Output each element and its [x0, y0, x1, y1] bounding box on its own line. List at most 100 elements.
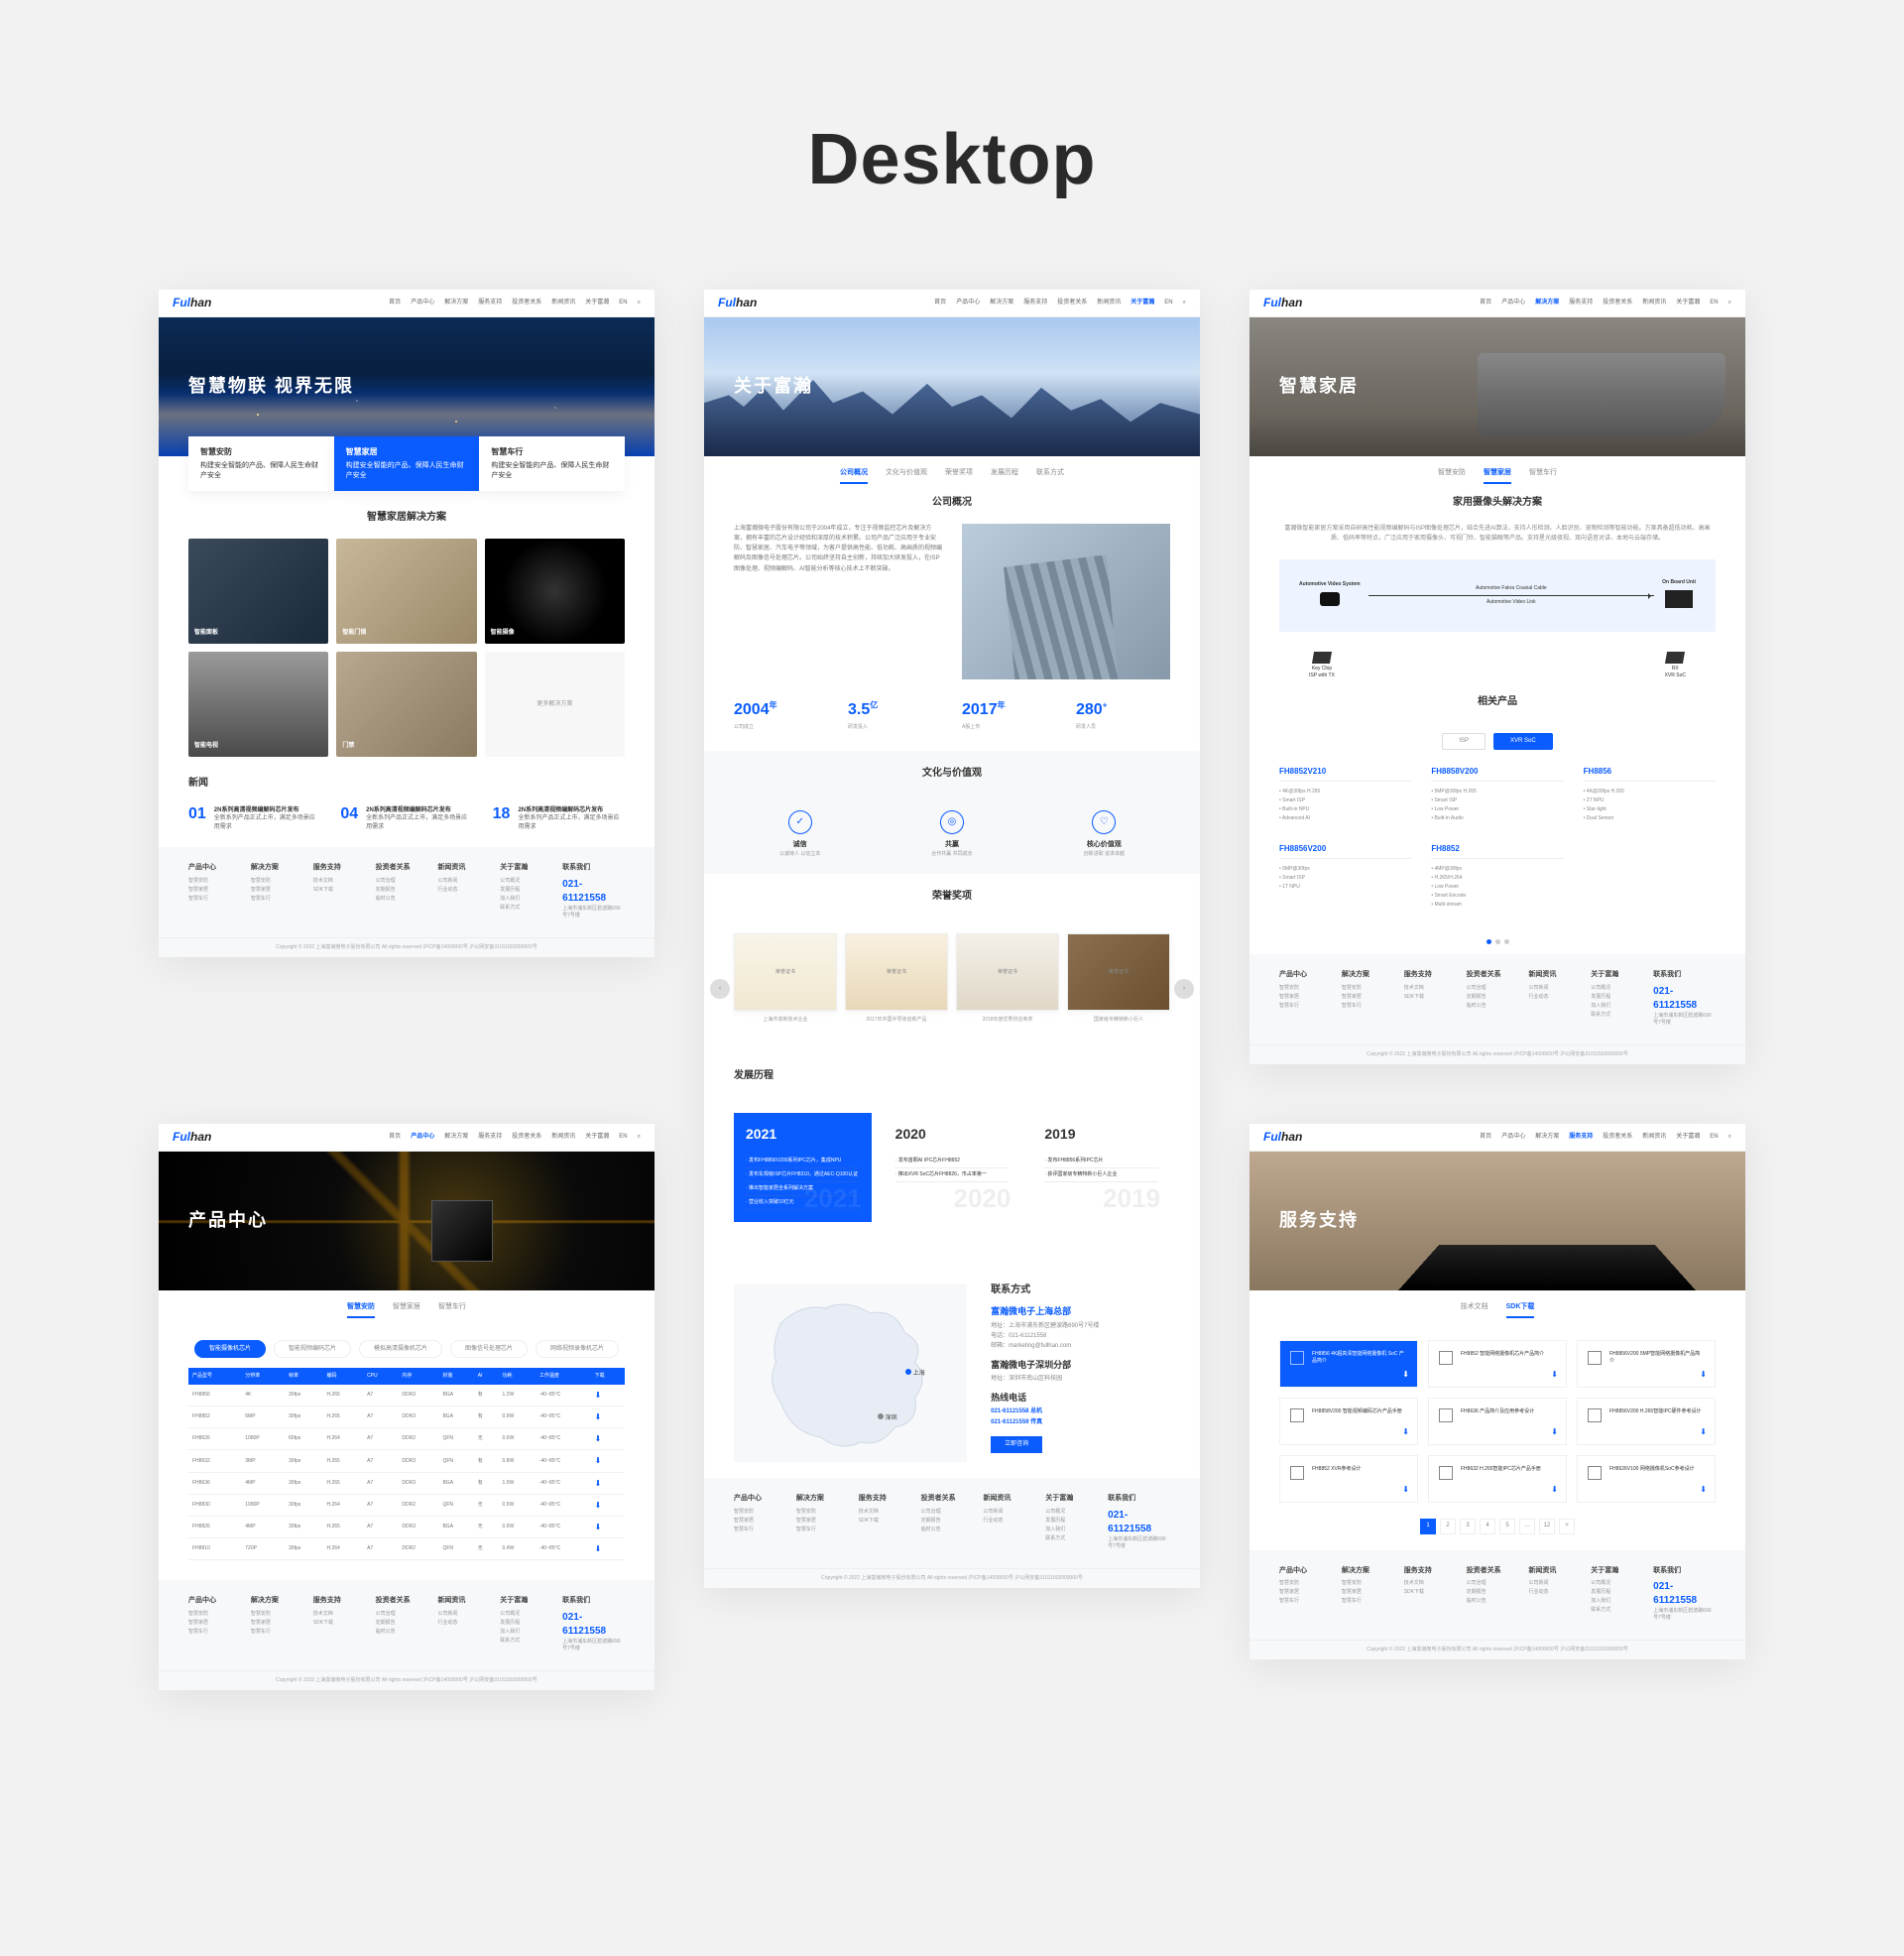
table-row[interactable]: FH88525MP30fpsH.265A7DDR3BGA有0.9W-40~85°…	[188, 1406, 625, 1428]
footer-link[interactable]: 智慧安防	[188, 878, 251, 885]
footer-link[interactable]: 智慧车行	[188, 896, 251, 903]
footer-link[interactable]: 加入我们	[1591, 1598, 1653, 1605]
download-card[interactable]: FH8856V200 5MP智能网络摄像机产品简介⬇	[1577, 1340, 1716, 1388]
footer-link[interactable]: 加入我们	[500, 1629, 562, 1636]
download-icon[interactable]: ⬇	[595, 1501, 602, 1510]
footer-link[interactable]: 公司概况	[500, 878, 562, 885]
download-icon[interactable]: ⬇	[1551, 1484, 1558, 1495]
footer-link[interactable]: 公司新闻	[983, 1509, 1045, 1516]
footer-link[interactable]: 加入我们	[1591, 1003, 1653, 1010]
footer-link[interactable]: 智慧车行	[251, 1629, 313, 1636]
footer-link[interactable]: 联系方式	[1591, 1012, 1653, 1019]
product-card[interactable]: FH88524MP@30fpsH.265/H.264Low PowerSmart…	[1431, 843, 1563, 910]
page-number[interactable]: >	[1559, 1519, 1575, 1534]
page-number[interactable]: 1	[1420, 1519, 1436, 1534]
product-card[interactable]: FH88564K@30fps H.2652T NPUStar-lightDual…	[1584, 766, 1716, 823]
page-number[interactable]: 4	[1480, 1519, 1495, 1534]
download-icon[interactable]: ⬇	[1551, 1426, 1558, 1437]
page-number[interactable]: 3	[1460, 1519, 1476, 1534]
footer-link[interactable]: 智慧车行	[1342, 1598, 1404, 1605]
download-icon[interactable]: ⬇	[595, 1412, 602, 1421]
certificate[interactable]: 荣誉证书	[734, 933, 837, 1011]
footer-link[interactable]: SDK下载	[313, 1620, 376, 1627]
footer-link[interactable]: 技术文档	[859, 1509, 921, 1516]
footer-link[interactable]: 智慧家居	[251, 887, 313, 894]
download-icon[interactable]: ⬇	[1700, 1426, 1707, 1437]
download-card[interactable]: FH8856 4K超高清智能网络摄像机 SoC 产品简介⬇	[1279, 1340, 1418, 1388]
footer-link[interactable]: SDK下载	[859, 1518, 921, 1525]
download-icon[interactable]: ⬇	[1402, 1369, 1409, 1380]
table-row[interactable]: FH86323MP30fpsH.265A7DDR3QFN有0.8W-40~85°…	[188, 1450, 625, 1472]
carousel-next[interactable]: ›	[1174, 979, 1194, 999]
footer-link[interactable]: 智慧家居	[796, 1518, 859, 1525]
footer-link[interactable]: 加入我们	[1045, 1527, 1108, 1533]
footer-link[interactable]: 联系方式	[500, 905, 562, 912]
footer-link[interactable]: 智慧安防	[188, 1611, 251, 1618]
footer-link[interactable]: 行业动态	[1528, 1589, 1591, 1596]
footer-link[interactable]: 公司概况	[1045, 1509, 1108, 1516]
download-card[interactable]: FH8636 产品简介及应用参考设计⬇	[1428, 1398, 1567, 1445]
footer-phone[interactable]: 021-61121558	[1653, 1580, 1716, 1608]
footer-link[interactable]: 智慧家居	[1342, 1589, 1404, 1596]
thumb-access[interactable]: 门禁	[336, 652, 476, 757]
footer-link[interactable]: 智慧车行	[1279, 1003, 1342, 1010]
footer-link[interactable]: SDK下载	[1404, 994, 1467, 1001]
footer-link[interactable]: 智慧安防	[796, 1509, 859, 1516]
footer-link[interactable]: 智慧安防	[1342, 985, 1404, 992]
table-row[interactable]: FH8810720P30fpsH.264A7DDR2QFN无0.4W-40~85…	[188, 1538, 625, 1560]
logo[interactable]: Fulhan	[1263, 295, 1302, 311]
footer-link[interactable]: 联系方式	[500, 1638, 562, 1645]
footer-link[interactable]: 临时公告	[1467, 1598, 1529, 1605]
page-number[interactable]: …	[1519, 1519, 1535, 1534]
certificate[interactable]: 荣誉证书	[845, 933, 948, 1011]
contact-button[interactable]: 立即咨询	[991, 1436, 1042, 1452]
footer-link[interactable]: 公司治理	[921, 1509, 984, 1516]
download-icon[interactable]: ⬇	[1402, 1484, 1409, 1495]
thumb-tv[interactable]: 智能电视	[188, 652, 328, 757]
footer-link[interactable]: 公司新闻	[1528, 985, 1591, 992]
thumb-panel[interactable]: 智能面板	[188, 539, 328, 644]
table-row[interactable]: FH88564K30fpsH.265A7DDR3BGA有1.2W-40~85°C…	[188, 1385, 625, 1406]
product-card[interactable]: FH8858V2005MP@30fps H.265Smart ISPLow Po…	[1431, 766, 1563, 823]
certificate[interactable]: 荣誉证书	[1067, 933, 1170, 1011]
footer-link[interactable]: 技术文档	[1404, 985, 1467, 992]
footer-link[interactable]: 智慧安防	[1279, 1580, 1342, 1587]
footer-link[interactable]: 加入我们	[500, 896, 562, 903]
footer-link[interactable]: SDK下载	[313, 887, 376, 894]
footer-link[interactable]: 公司新闻	[437, 878, 500, 885]
footer-link[interactable]: 发展历程	[1591, 994, 1653, 1001]
footer-phone[interactable]: 021-61121558	[1108, 1509, 1170, 1536]
download-icon[interactable]: ⬇	[1700, 1369, 1707, 1380]
footer-link[interactable]: 智慧安防	[1342, 1580, 1404, 1587]
footer-link[interactable]: 智慧车行	[1279, 1598, 1342, 1605]
footer-link[interactable]: 智慧家居	[1279, 994, 1342, 1001]
table-row[interactable]: FH86364MP30fpsH.265A7DDR3BGA有1.0W-40~85°…	[188, 1472, 625, 1494]
footer-link[interactable]: 临时公告	[376, 896, 438, 903]
download-icon[interactable]: ⬇	[595, 1391, 602, 1400]
page-number[interactable]: 2	[1440, 1519, 1456, 1534]
certificate[interactable]: 荣誉证书	[956, 933, 1059, 1011]
download-icon[interactable]: ⬇	[595, 1523, 602, 1531]
product-card[interactable]: FH8856V2005MP@30fpsSmart ISP1T NPU	[1279, 843, 1411, 910]
news-item[interactable]: 012N系列高清视频编解码芯片发布全新系列产品正式上市，满足多场景应用需求	[188, 806, 320, 831]
download-icon[interactable]: ⬇	[595, 1544, 602, 1553]
table-row[interactable]: FH88301080P30fpsH.264A7DDR2QFN无0.5W-40~8…	[188, 1494, 625, 1516]
tab-security[interactable]: 智慧安防构建安全智能的产品、保障人民生命财产安全	[188, 436, 334, 491]
footer-link[interactable]: 智慧家居	[188, 887, 251, 894]
footer-link[interactable]: 公司概况	[500, 1611, 562, 1618]
footer-link[interactable]: 智慧车行	[796, 1527, 859, 1533]
footer-link[interactable]: 行业动态	[437, 887, 500, 894]
footer-link[interactable]: 公司治理	[1467, 985, 1529, 992]
search-icon[interactable]: ⌕	[1728, 1133, 1731, 1141]
footer-link[interactable]: 临时公告	[1467, 1003, 1529, 1010]
footer-link[interactable]: 公司治理	[376, 1611, 438, 1618]
map-pin-shenzhen[interactable]: 深圳	[878, 1413, 897, 1422]
download-card[interactable]: FH8856V200 H.265智能IPC硬件参考设计⬇	[1577, 1398, 1716, 1445]
footer-link[interactable]: SDK下载	[1404, 1589, 1467, 1596]
footer-link[interactable]: 智慧家居	[1279, 1589, 1342, 1596]
map-pin-shanghai[interactable]: 上海	[905, 1369, 925, 1378]
logo[interactable]: Fulhan	[173, 1129, 211, 1146]
download-card[interactable]: FH8852 智能网络摄像机芯片产品简介⬇	[1428, 1340, 1567, 1388]
timeline-card[interactable]: 2020· 发布首颗AI IPC芯片FH8652· 推出XVR SoC芯片FH8…	[884, 1113, 1021, 1222]
tab-home[interactable]: 智慧家居构建安全智能的产品、保障人民生命财产安全	[334, 436, 480, 491]
